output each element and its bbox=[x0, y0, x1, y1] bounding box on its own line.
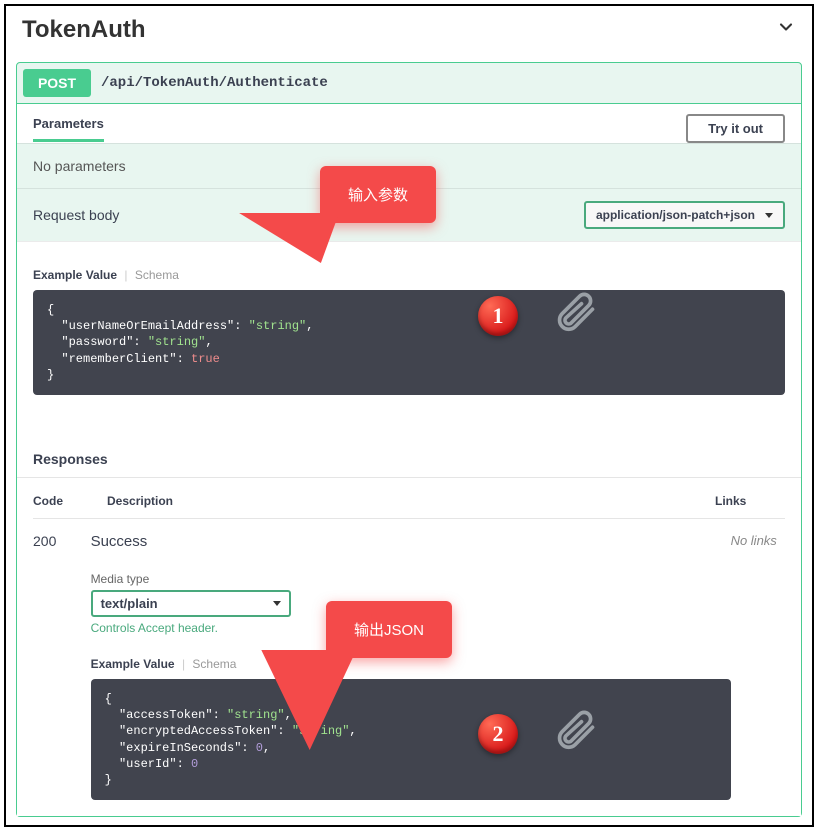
col-code-header: Code bbox=[33, 494, 107, 508]
response-description: Success bbox=[91, 533, 731, 550]
media-type-select[interactable]: text/plain bbox=[91, 590, 291, 617]
request-example-section: Example Value | Schema { "userNameOrEmai… bbox=[17, 241, 801, 419]
operation-block: POST /api/TokenAuth/Authenticate Paramet… bbox=[16, 62, 802, 817]
no-parameters-text: No parameters bbox=[17, 143, 801, 188]
section-header[interactable]: TokenAuth bbox=[6, 6, 812, 62]
media-type-block: Media type text/plain Controls Accept he… bbox=[91, 572, 731, 635]
media-type-value: text/plain bbox=[101, 596, 158, 611]
tab-separator: | bbox=[182, 657, 185, 671]
response-example-code[interactable]: { "accessToken": "string", "encryptedAcc… bbox=[91, 679, 731, 800]
response-description-cell: Success Media type text/plain Controls A… bbox=[91, 533, 731, 800]
parameters-tab: Parameters bbox=[33, 116, 104, 142]
http-method-badge: POST bbox=[23, 69, 91, 97]
endpoint-path: /api/TokenAuth/Authenticate bbox=[101, 75, 328, 91]
tab-schema[interactable]: Schema bbox=[192, 657, 236, 671]
request-example-code[interactable]: { "userNameOrEmailAddress": "string", "p… bbox=[33, 290, 785, 395]
parameters-header: Parameters Try it out bbox=[17, 104, 801, 143]
section-title: TokenAuth bbox=[22, 16, 146, 44]
model-tabs: Example Value | Schema bbox=[91, 657, 731, 671]
request-body-label: Request body bbox=[33, 207, 119, 223]
response-example-block: Example Value | Schema { "accessToken": … bbox=[91, 657, 731, 800]
col-description-header: Description bbox=[107, 494, 715, 508]
content-type-select[interactable]: application/json-patch+json bbox=[584, 201, 785, 229]
response-row: 200 Success Media type text/plain Contro… bbox=[33, 519, 785, 800]
response-code: 200 bbox=[33, 533, 91, 800]
tab-example-value[interactable]: Example Value bbox=[33, 268, 117, 282]
request-body-row: Request body application/json-patch+json bbox=[17, 188, 801, 241]
tab-separator: | bbox=[124, 268, 127, 282]
responses-head-row: Code Description Links bbox=[33, 478, 785, 519]
chevron-down-icon bbox=[273, 601, 281, 606]
media-type-label: Media type bbox=[91, 572, 731, 586]
tab-schema[interactable]: Schema bbox=[135, 268, 179, 282]
responses-header: Responses bbox=[17, 419, 801, 478]
accept-header-hint: Controls Accept header. bbox=[91, 621, 731, 635]
chevron-down-icon[interactable] bbox=[776, 17, 796, 43]
tab-example-value[interactable]: Example Value bbox=[91, 657, 175, 671]
col-links-header: Links bbox=[715, 494, 785, 508]
model-tabs: Example Value | Schema bbox=[33, 268, 785, 282]
content-type-value: application/json-patch+json bbox=[596, 208, 755, 222]
operation-summary[interactable]: POST /api/TokenAuth/Authenticate bbox=[17, 63, 801, 104]
app-frame: TokenAuth POST /api/TokenAuth/Authentica… bbox=[4, 4, 814, 827]
response-links: No links bbox=[731, 533, 785, 800]
try-it-out-button[interactable]: Try it out bbox=[686, 114, 785, 143]
responses-table: Code Description Links 200 Success Media… bbox=[17, 478, 801, 816]
